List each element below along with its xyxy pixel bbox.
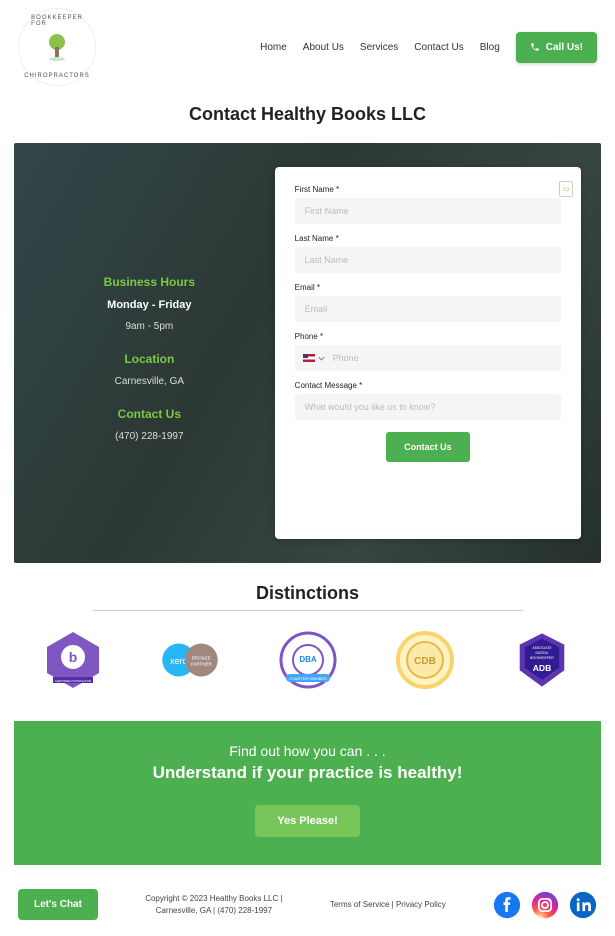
location-heading: Location [124, 352, 174, 366]
hours-time: 9am - 5pm [125, 321, 173, 332]
nav-services[interactable]: Services [360, 42, 398, 53]
phone-input[interactable] [329, 345, 561, 371]
business-info: Business Hours Monday - Friday 9am - 5pm… [34, 167, 275, 539]
contact-phone: (470) 228-1997 [115, 431, 183, 442]
message-input[interactable] [295, 394, 561, 420]
page-title: Contact Healthy Books LLC [0, 104, 615, 125]
badges-row: bCERTIFIED INSTRUCTOR xeroBRONZEPARTNER … [0, 625, 615, 703]
nav-blog[interactable]: Blog [480, 42, 500, 53]
phone-country-wrap [295, 345, 561, 371]
cta-section: Find out how you can . . . Understand if… [14, 721, 601, 865]
svg-text:CDB: CDB [414, 656, 436, 667]
chat-button[interactable]: Let's Chat [18, 889, 98, 920]
copyright-line-1: Copyright © 2023 Healthy Books LLC | [145, 893, 282, 904]
cta-lead-text: Find out how you can . . . [34, 743, 581, 759]
contact-heading: Contact Us [118, 407, 181, 421]
site-header: BOOKKEEPER FOR CHIROPRACTORS Home About … [0, 0, 615, 94]
nav-home[interactable]: Home [260, 42, 287, 53]
call-us-button[interactable]: Call Us! [516, 32, 597, 63]
badge-xero-bronze: xeroBRONZEPARTNER [145, 625, 235, 695]
tree-icon [41, 31, 73, 63]
svg-text:DBA: DBA [299, 655, 317, 664]
location-value: Carnesville, GA [115, 376, 184, 387]
email-input[interactable] [295, 296, 561, 322]
site-footer: Let's Chat Copyright © 2023 Healthy Book… [0, 879, 615, 936]
svg-text:ADB: ADB [533, 663, 552, 673]
form-mini-badge-icon: ▭ [559, 181, 573, 197]
facebook-icon[interactable] [493, 891, 521, 919]
svg-text:ASSOCIATE: ASSOCIATE [532, 646, 552, 650]
distinctions-section: Distinctions b CERTIFIED INSTRUCTOR xeroB… [0, 583, 615, 703]
privacy-link[interactable]: Privacy Policy [396, 900, 446, 909]
svg-text:CERTIFIED INSTRUCTOR: CERTIFIED INSTRUCTOR [55, 679, 92, 683]
contact-form: ▭ First Name * Last Name * Email * Phone… [275, 167, 581, 539]
badge-bookkeepers-instructor: b CERTIFIED INSTRUCTOR [28, 625, 118, 695]
contact-hero: Business Hours Monday - Friday 9am - 5pm… [14, 143, 601, 563]
message-label: Contact Message * [295, 381, 561, 390]
phone-icon [530, 42, 540, 52]
cta-button[interactable]: Yes Please! [255, 805, 360, 837]
linkedin-icon[interactable] [569, 891, 597, 919]
copyright-line-2: Carnesville, GA | (470) 228-1997 [145, 905, 282, 916]
email-label: Email * [295, 283, 561, 292]
distinctions-divider [93, 610, 523, 611]
us-flag-icon[interactable] [303, 354, 315, 362]
first-name-label: First Name * [295, 185, 561, 194]
svg-text:PARTNER: PARTNER [191, 661, 213, 666]
svg-text:BOOKKEEPER: BOOKKEEPER [530, 656, 554, 660]
nav-contact[interactable]: Contact Us [414, 42, 463, 53]
last-name-input[interactable] [295, 247, 561, 273]
first-name-input[interactable] [295, 198, 561, 224]
svg-text:b: b [69, 649, 78, 665]
footer-copyright: Copyright © 2023 Healthy Books LLC | Car… [145, 893, 282, 915]
logo[interactable]: BOOKKEEPER FOR CHIROPRACTORS [18, 8, 96, 86]
instagram-icon[interactable] [531, 891, 559, 919]
last-name-label: Last Name * [295, 234, 561, 243]
distinctions-title: Distinctions [0, 583, 615, 604]
badge-dba-charter: DBA CHARTER MEMBER [263, 625, 353, 695]
social-links [493, 891, 597, 919]
svg-text:BRONZE: BRONZE [192, 655, 211, 660]
submit-button[interactable]: Contact Us [386, 432, 470, 462]
cta-main-text: Understand if your practice is healthy! [34, 763, 581, 783]
hours-heading: Business Hours [104, 275, 195, 289]
badge-cdb-gold: CDB [380, 625, 470, 695]
svg-text:CHARTER MEMBER: CHARTER MEMBER [289, 676, 327, 681]
footer-legal-links: Terms of Service | Privacy Policy [330, 900, 446, 909]
chevron-down-icon[interactable] [318, 355, 325, 362]
logo-arc-bottom: CHIROPRACTORS [24, 73, 90, 79]
nav-about[interactable]: About Us [303, 42, 344, 53]
terms-link[interactable]: Terms of Service [330, 900, 390, 909]
hours-days: Monday - Friday [107, 299, 191, 311]
svg-text:DIGITAL: DIGITAL [536, 651, 549, 655]
logo-arc-top: BOOKKEEPER FOR [31, 15, 83, 27]
call-us-label: Call Us! [546, 42, 583, 53]
main-nav: Home About Us Services Contact Us Blog C… [260, 32, 597, 63]
badge-adb-associate: ASSOCIATEDIGITALBOOKKEEPER ADB [497, 625, 587, 695]
phone-label: Phone * [295, 332, 561, 341]
